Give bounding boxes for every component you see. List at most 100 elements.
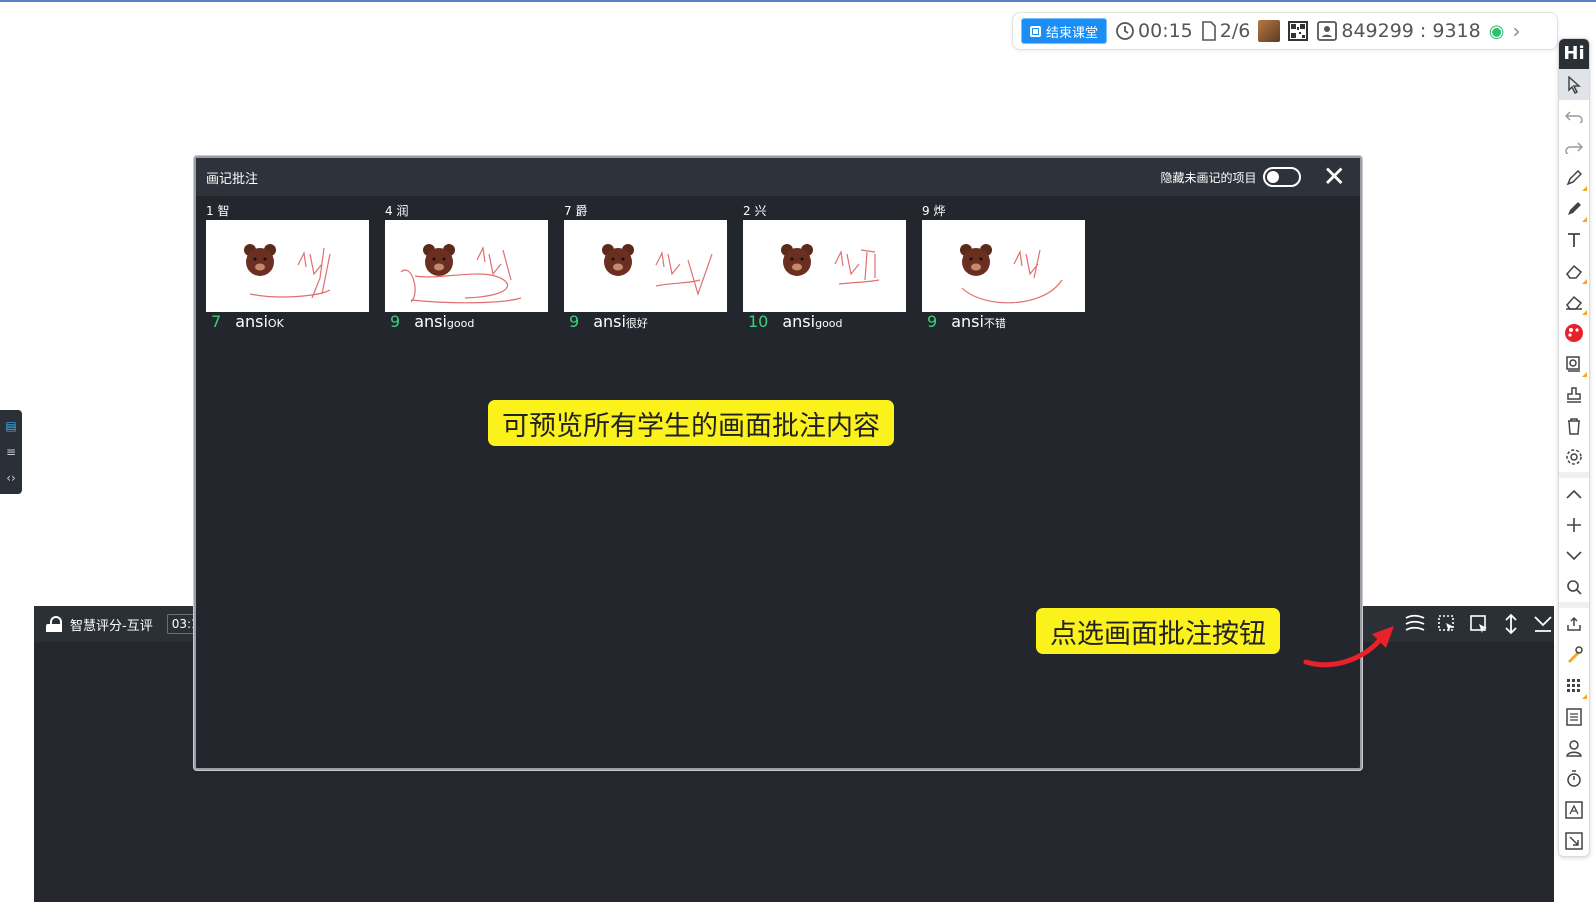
stamp-icon[interactable] [1559,379,1589,410]
annotation-modal: 画记批注 隐藏未画记的项目 ✕ 1 智 7 ansiOK 4 润 9 ansig… [194,156,1362,770]
reviewer-comment: OK [267,317,284,330]
scoring-panel-title: 智慧评分-互评 03:13 [44,614,212,634]
page-counter-text: 2/6 [1219,20,1251,42]
eraser-icon[interactable] [1559,255,1589,286]
score: 10 [748,312,769,331]
reviewer-name: ansi [593,312,626,331]
annotation-thumbnail[interactable] [922,220,1085,312]
student-name: 4 润 [385,204,409,218]
resize-vertical-icon[interactable] [1500,613,1522,635]
image-text-icon[interactable] [1559,794,1589,825]
score: 9 [927,312,938,331]
card-footer: 9 ansigood [385,312,548,336]
close-icon[interactable]: ✕ [1323,163,1346,191]
reviewer: ansiOK [235,312,284,331]
student-card[interactable]: 9 烨 9 ansi不错 [922,202,1085,336]
camera-icon[interactable] [1559,348,1589,379]
plus-icon[interactable] [1559,509,1589,540]
page-counter[interactable]: 2/6 [1201,20,1251,42]
undo-icon[interactable] [1559,100,1589,131]
code-icon[interactable]: ‹› [6,471,16,485]
reviewer-comment: 很好 [625,317,648,330]
hi-logo[interactable]: Hi [1559,39,1589,69]
student-card[interactable]: 4 润 9 ansigood [385,202,548,336]
student-card[interactable]: 1 智 7 ansiOK [206,202,369,336]
annotation-thumbnail[interactable] [385,220,548,312]
apps-grid-icon[interactable] [1559,670,1589,701]
student-card[interactable]: 2 兴 10 ansigood [743,202,906,336]
end-class-button[interactable]: 结束课堂 [1021,18,1108,44]
student-name: 9 烨 [922,204,946,218]
hide-unannotated-label: 隐藏未画记的项目 [1160,170,1257,185]
chevron-right-icon[interactable]: › [1512,19,1520,43]
student-name: 7 爵 [564,204,588,218]
right-toolbar: Hi [1558,38,1590,857]
left-side-tab[interactable]: ▤ ≡ ‹› [0,410,22,494]
list-icon[interactable] [1559,701,1589,732]
reviewer: ansigood [782,312,842,331]
card-footer: 10 ansigood [743,312,906,336]
zoom-icon[interactable] [1559,571,1589,602]
chevron-down-icon[interactable] [1559,540,1589,571]
document-icon[interactable]: ▤ [5,419,16,433]
select-cursor-icon[interactable] [1468,613,1490,635]
reviewer-name: ansi [235,312,268,331]
bear-icon [423,244,455,276]
contact-card-icon [1317,21,1338,41]
callout-arrow-icon [1303,626,1394,668]
page-icon [1201,21,1216,41]
reviewer: ansi不错 [951,312,1006,331]
student-card[interactable]: 7 爵 9 ansi很好 [564,202,727,336]
card-footer: 9 ansi很好 [564,312,727,336]
annotation-thumbnail[interactable] [743,220,906,312]
reviewer-name: ansi [414,312,447,331]
signal-icon: ◉ [1488,20,1505,42]
card-footer: 9 ansi不错 [922,312,1085,336]
scoring-panel-tools [1404,606,1554,642]
exit-icon[interactable] [1559,825,1589,856]
color-palette-icon[interactable] [1559,317,1589,348]
student-name: 1 智 [206,204,230,218]
room-code[interactable]: 849299 : 9318 [1316,20,1481,42]
bear-icon [244,244,276,276]
collapse-icon[interactable] [1532,613,1554,635]
button-callout: 点选画面批注按钮 [1036,608,1280,654]
reviewer-comment: good [446,317,475,330]
menu-icon[interactable]: ≡ [6,445,16,459]
class-timer: 00:15 [1115,20,1193,42]
highlighter-icon[interactable] [1559,193,1589,224]
score: 7 [211,312,222,331]
timer-text: 00:15 [1138,20,1193,42]
user-icon[interactable] [1559,732,1589,763]
score: 9 [390,312,401,331]
student-grid: 1 智 7 ansiOK 4 润 9 ansigood 7 爵 9 ansi很好… [206,202,1085,336]
hide-unannotated-toggle[interactable] [1262,167,1301,187]
bear-icon [602,244,634,276]
share-icon[interactable] [1559,608,1589,639]
end-class-label: 结束课堂 [1046,25,1099,41]
trash-icon[interactable] [1559,410,1589,441]
room-code-text: 849299 : 9318 [1341,20,1481,42]
annotation-thumbnail[interactable] [564,220,727,312]
bear-icon [781,244,813,276]
qr-code-icon[interactable] [1288,21,1309,41]
redo-icon[interactable] [1559,131,1589,162]
annotation-icon[interactable] [1404,613,1426,635]
select-area-icon[interactable] [1436,613,1458,635]
teacher-avatar[interactable] [1258,20,1281,42]
student-name: 2 兴 [743,204,767,218]
tools-icon[interactable] [1559,639,1589,670]
pen-icon[interactable] [1559,162,1589,193]
clock-icon [1116,22,1134,40]
card-footer: 7 ansiOK [206,312,369,336]
text-icon[interactable] [1559,224,1589,255]
gear-icon[interactable] [1559,441,1589,472]
screen: 结束课堂 00:15 2/6 849299 : 9318 ◉ › Hi ▤ ≡ … [0,0,1596,908]
pointer-icon[interactable] [1559,69,1589,100]
bear-icon [960,244,992,276]
shape-eraser-icon[interactable] [1559,286,1589,317]
annotation-thumbnail[interactable] [206,220,369,312]
chevron-up-icon[interactable] [1559,478,1589,509]
reviewer-name: ansi [782,312,816,331]
stopwatch-icon[interactable] [1559,763,1589,794]
